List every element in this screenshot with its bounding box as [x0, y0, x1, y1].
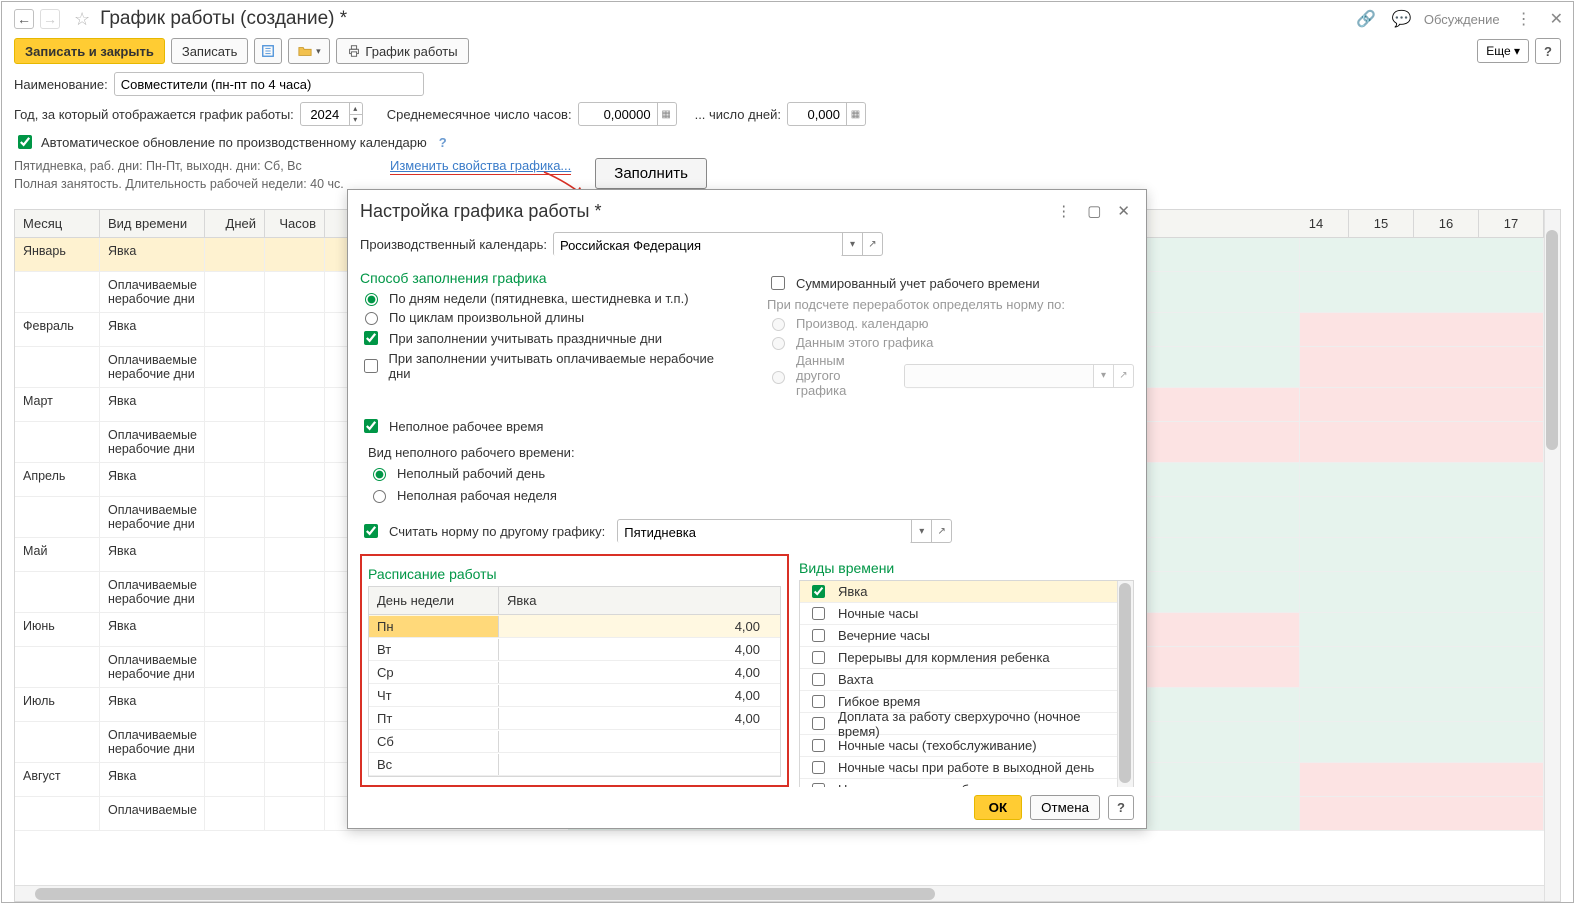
schedule-row[interactable]: Чт4,00 — [369, 684, 780, 707]
type-row[interactable]: Вечерние часы — [800, 625, 1133, 647]
days-input[interactable] — [787, 102, 847, 126]
col-d14: 14 — [1284, 210, 1349, 237]
col-d16: 16 — [1414, 210, 1479, 237]
days-label: ... число дней: — [695, 107, 781, 122]
help-question-icon[interactable]: ? — [439, 135, 447, 150]
col-d17: 17 — [1479, 210, 1544, 237]
schedule-row[interactable]: Вт4,00 — [369, 638, 780, 661]
avghours-label: Среднемесячное число часов: — [387, 107, 572, 122]
schedule-table[interactable]: День недели Явка Пн4,00Вт4,00Ср4,00Чт4,0… — [368, 586, 781, 777]
schedule-title: Расписание работы — [368, 566, 781, 582]
combo-open-icon[interactable]: ↗ — [862, 233, 882, 255]
ok-button[interactable]: ОК — [974, 795, 1023, 820]
overwork-label: При подсчете переработок определять норм… — [767, 297, 1134, 312]
kebab-icon[interactable]: ⋮ — [1516, 9, 1532, 29]
dialog-menu-icon[interactable]: ⋮ — [1052, 200, 1075, 222]
dialog-title: Настройка графика работы * — [360, 201, 1044, 222]
more-button[interactable]: Еще ▾ — [1477, 39, 1529, 63]
summary-line-2: Полная занятость. Длительность рабочей н… — [14, 176, 384, 194]
check-paid[interactable]: При заполнении учитывать оплачиваемые не… — [360, 351, 727, 381]
year-spinner[interactable]: ▴▾ — [349, 102, 363, 126]
name-input[interactable] — [114, 72, 424, 96]
col-hours: Часов — [265, 210, 325, 237]
schedule-row[interactable]: Вс — [369, 753, 780, 776]
report-button[interactable] — [254, 38, 282, 64]
check-holidays[interactable]: При заполнении учитывать праздничные дни — [360, 328, 727, 348]
type-row[interactable]: Вахта — [800, 669, 1133, 691]
radio-partday[interactable]: Неполный рабочий день — [368, 465, 1134, 481]
type-row[interactable]: Ночные часы при работе сверхурочно — [800, 779, 1133, 787]
radio-weekdays[interactable]: По дням недели (пятидневка, шестидневка … — [360, 290, 727, 306]
schedule-row[interactable]: Пт4,00 — [369, 707, 780, 730]
hscrollbar[interactable] — [15, 885, 1544, 901]
parttime-type-label: Вид неполного рабочего времени: — [368, 445, 1134, 460]
type-row[interactable]: Перерывы для кормления ребенка — [800, 647, 1133, 669]
calc-icon-2[interactable]: ▦ — [846, 102, 866, 126]
discuss-icon[interactable]: 💬 — [1392, 9, 1412, 29]
norm-drop-icon[interactable]: ▾ — [911, 520, 931, 542]
types-list[interactable]: ЯвкаНочные часыВечерние часыПерерывы для… — [799, 580, 1134, 787]
close-window-icon[interactable]: ✕ — [1550, 9, 1563, 29]
calendar-combo[interactable]: ▾ ↗ — [553, 232, 883, 256]
year-label: Год, за который отображается график рабо… — [14, 107, 294, 122]
norm-open-icon[interactable]: ↗ — [931, 520, 951, 542]
check-sum[interactable]: Суммированный учет рабочего времени — [767, 273, 1134, 293]
page-title: График работы (создание) * — [100, 8, 347, 30]
print-button[interactable]: График работы — [336, 38, 468, 64]
summary-line-1: Пятидневка, раб. дни: Пн-Пт, выходн. дни… — [14, 158, 384, 176]
type-row[interactable]: Ночные часы — [800, 603, 1133, 625]
check-parttime[interactable]: Неполное рабочее время — [360, 416, 1134, 436]
nav-fwd-button[interactable]: → — [40, 9, 60, 29]
calc-icon[interactable]: ▦ — [657, 102, 677, 126]
schedule-row[interactable]: Ср4,00 — [369, 661, 780, 684]
schedule-row[interactable]: Сб — [369, 730, 780, 753]
auto-update-check[interactable]: Автоматическое обновление по производств… — [14, 132, 427, 152]
types-title: Виды времени — [799, 560, 1134, 576]
discuss-label[interactable]: Обсуждение — [1424, 12, 1500, 27]
radio-cycles[interactable]: По циклам произвольной длины — [360, 309, 727, 325]
radio-prodcal: Производ. календарю — [767, 315, 1134, 331]
radio-othersched: Данным другого графика ▾↗ — [767, 353, 1134, 398]
fill-method-title: Способ заполнения графика — [360, 270, 727, 286]
col-d15: 15 — [1349, 210, 1414, 237]
year-input[interactable] — [300, 102, 350, 126]
check-norm-other[interactable]: Считать норму по другому графику: ▾↗ — [360, 519, 1134, 543]
name-label: Наименование: — [14, 77, 108, 92]
calendar-label: Производственный календарь: — [360, 237, 547, 252]
type-row[interactable]: Явка — [800, 581, 1133, 603]
fill-button[interactable]: Заполнить — [595, 158, 707, 189]
combo-drop-icon[interactable]: ▾ — [842, 233, 862, 255]
favorite-icon[interactable]: ☆ — [74, 9, 90, 30]
nav-back-button[interactable]: ← — [14, 9, 34, 29]
dialog-maximize-icon[interactable]: ▢ — [1083, 200, 1105, 222]
col-type: Вид времени — [100, 210, 205, 237]
change-props-link[interactable]: Изменить свойства графика... — [390, 158, 571, 175]
sched-col-day: День недели — [369, 587, 499, 614]
avghours-input[interactable] — [578, 102, 658, 126]
radio-partweek[interactable]: Неполная рабочая неделя — [368, 487, 1134, 503]
cancel-button[interactable]: Отмена — [1030, 795, 1100, 820]
dialog-close-icon[interactable]: ✕ — [1113, 200, 1134, 222]
sched-col-val: Явка — [499, 587, 780, 614]
types-scrollbar[interactable] — [1117, 581, 1133, 787]
dialog-help-button[interactable]: ? — [1108, 795, 1134, 820]
write-close-button[interactable]: Записать и закрыть — [14, 38, 165, 64]
vscrollbar[interactable] — [1544, 210, 1560, 901]
schedule-settings-dialog: Настройка графика работы * ⋮ ▢ ✕ Произво… — [347, 189, 1147, 829]
radio-thissched: Данным этого графика — [767, 334, 1134, 350]
schedule-row[interactable]: Пн4,00 — [369, 615, 780, 638]
type-row[interactable]: Доплата за работу сверхурочно (ночное вр… — [800, 713, 1133, 735]
col-days: Дней — [205, 210, 265, 237]
link-icon[interactable]: 🔗 — [1356, 9, 1376, 29]
toolbar-help-button[interactable]: ? — [1535, 38, 1561, 64]
col-month: Месяц — [15, 210, 100, 237]
folder-dropdown-button[interactable]: ▾ — [288, 38, 330, 64]
type-row[interactable]: Ночные часы при работе в выходной день — [800, 757, 1133, 779]
write-button[interactable]: Записать — [171, 38, 249, 64]
